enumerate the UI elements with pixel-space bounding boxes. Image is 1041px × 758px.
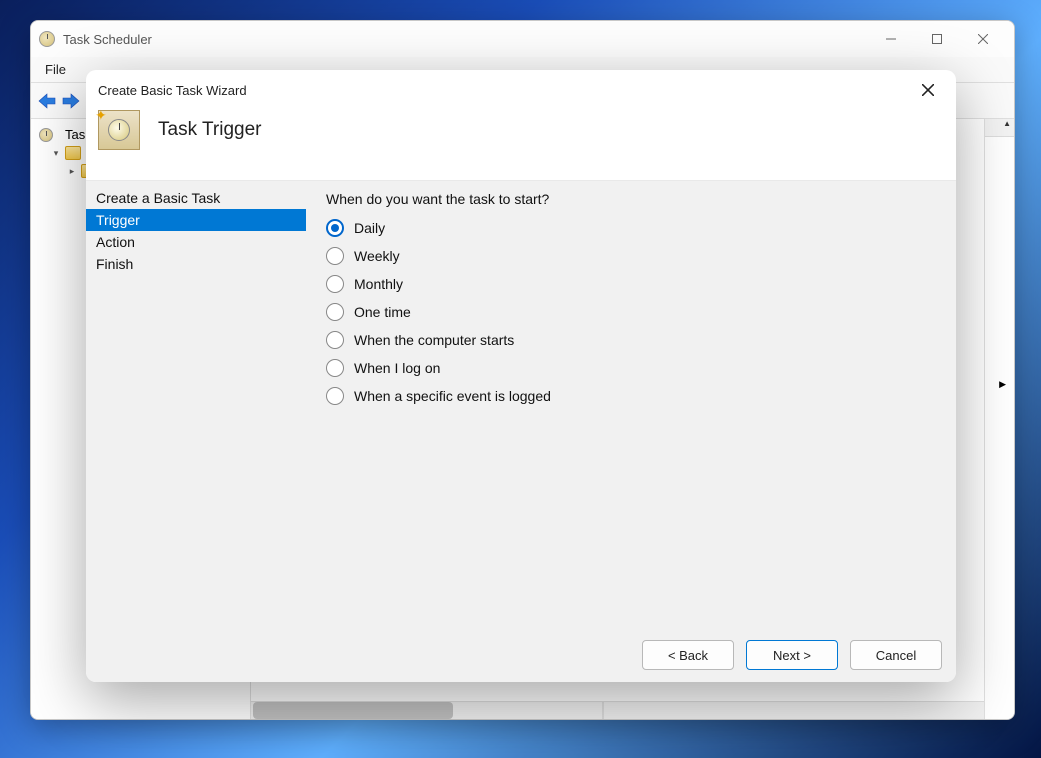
radio-label: Weekly xyxy=(354,248,400,264)
wizard-content: When do you want the task to start? Dail… xyxy=(306,181,956,628)
chevron-right-icon[interactable]: ▸ xyxy=(67,166,77,177)
wizard-nav-item[interactable]: Trigger xyxy=(86,209,306,231)
radio-label: Daily xyxy=(354,220,385,236)
close-icon xyxy=(922,84,934,96)
chevron-down-icon[interactable]: ▾ xyxy=(51,148,61,159)
wizard-window-title: Create Basic Task Wizard xyxy=(98,83,247,98)
radio-icon xyxy=(326,331,344,349)
wizard-close-button[interactable] xyxy=(912,76,944,104)
trigger-question: When do you want the task to start? xyxy=(326,191,936,207)
clock-icon xyxy=(108,119,130,141)
radio-icon xyxy=(326,247,344,265)
radio-label: When a specific event is logged xyxy=(354,388,551,404)
minimize-button[interactable] xyxy=(868,23,914,55)
wizard-nav-item[interactable]: Action xyxy=(86,231,306,253)
wizard-nav-item[interactable]: Finish xyxy=(86,253,306,275)
radio-icon xyxy=(326,359,344,377)
trigger-option[interactable]: One time xyxy=(326,303,936,321)
wizard-page-title: Task Trigger xyxy=(158,119,261,141)
radio-icon xyxy=(326,219,344,237)
wizard-titlebar: Create Basic Task Wizard xyxy=(86,70,956,110)
cancel-button[interactable]: Cancel xyxy=(850,640,942,670)
forward-arrow-icon[interactable] xyxy=(61,92,81,110)
trigger-option[interactable]: Daily xyxy=(326,219,936,237)
trigger-option[interactable]: When the computer starts xyxy=(326,331,936,349)
clock-icon xyxy=(39,128,53,142)
wizard-nav-item[interactable]: Create a Basic Task xyxy=(86,187,306,209)
clock-icon xyxy=(39,31,55,47)
trigger-option[interactable]: When I log on xyxy=(326,359,936,377)
trigger-option[interactable]: When a specific event is logged xyxy=(326,387,936,405)
wizard-header: ✦ Task Trigger xyxy=(86,110,956,180)
star-icon: ✦ xyxy=(95,107,107,124)
scrollbar-thumb[interactable] xyxy=(253,702,453,719)
radio-icon xyxy=(326,387,344,405)
trigger-option[interactable]: Monthly xyxy=(326,275,936,293)
wizard-footer: < Back Next > Cancel xyxy=(86,628,956,682)
close-button[interactable] xyxy=(960,23,1006,55)
radio-icon xyxy=(326,275,344,293)
wizard-nav: Create a Basic TaskTriggerActionFinish xyxy=(86,181,306,628)
radio-icon xyxy=(326,303,344,321)
wizard-icon: ✦ xyxy=(98,110,140,150)
expand-arrow-icon[interactable]: ▶ xyxy=(999,379,1006,390)
actions-pane: ▲ ▶ xyxy=(984,119,1014,719)
horizontal-scrollbar[interactable] xyxy=(251,701,984,719)
back-arrow-icon[interactable] xyxy=(37,92,57,110)
main-titlebar: Task Scheduler xyxy=(31,21,1014,57)
maximize-button[interactable] xyxy=(914,23,960,55)
main-title: Task Scheduler xyxy=(63,32,868,47)
next-button[interactable]: Next > xyxy=(746,640,838,670)
radio-label: One time xyxy=(354,304,411,320)
create-basic-task-wizard: Create Basic Task Wizard ✦ Task Trigger … xyxy=(86,70,956,682)
actions-pane-header: ▲ xyxy=(985,119,1014,137)
back-button[interactable]: < Back xyxy=(642,640,734,670)
radio-label: Monthly xyxy=(354,276,403,292)
folder-icon xyxy=(65,146,81,160)
radio-label: When the computer starts xyxy=(354,332,514,348)
radio-label: When I log on xyxy=(354,360,440,376)
trigger-option[interactable]: Weekly xyxy=(326,247,936,265)
trigger-options: Daily Weekly Monthly One time When the compu… xyxy=(326,219,936,405)
menu-file[interactable]: File xyxy=(37,59,74,80)
